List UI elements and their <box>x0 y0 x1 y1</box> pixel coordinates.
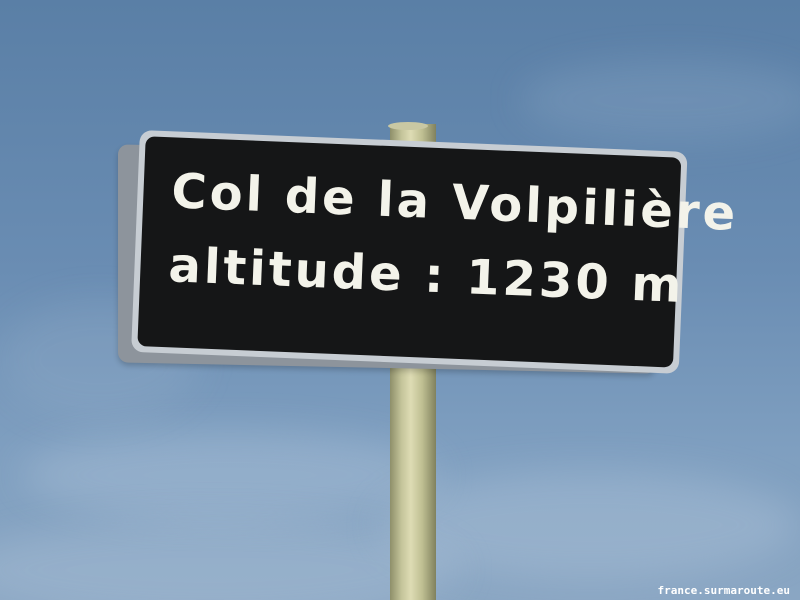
pole-cap <box>388 122 428 130</box>
watermark: france.surmaroute.eu <box>657 584 790 597</box>
sign-pass-name: Col de la Volpilière <box>170 163 740 243</box>
cloud <box>20 430 440 520</box>
sign-altitude: altitude : 1230 m <box>167 237 686 314</box>
photo-scene: Col de la Volpilière altitude : 1230 m f… <box>0 0 800 600</box>
cloud <box>520 60 800 140</box>
road-sign: Col de la Volpilière altitude : 1230 m <box>131 130 740 374</box>
sign-face: Col de la Volpilière altitude : 1230 m <box>137 136 740 368</box>
